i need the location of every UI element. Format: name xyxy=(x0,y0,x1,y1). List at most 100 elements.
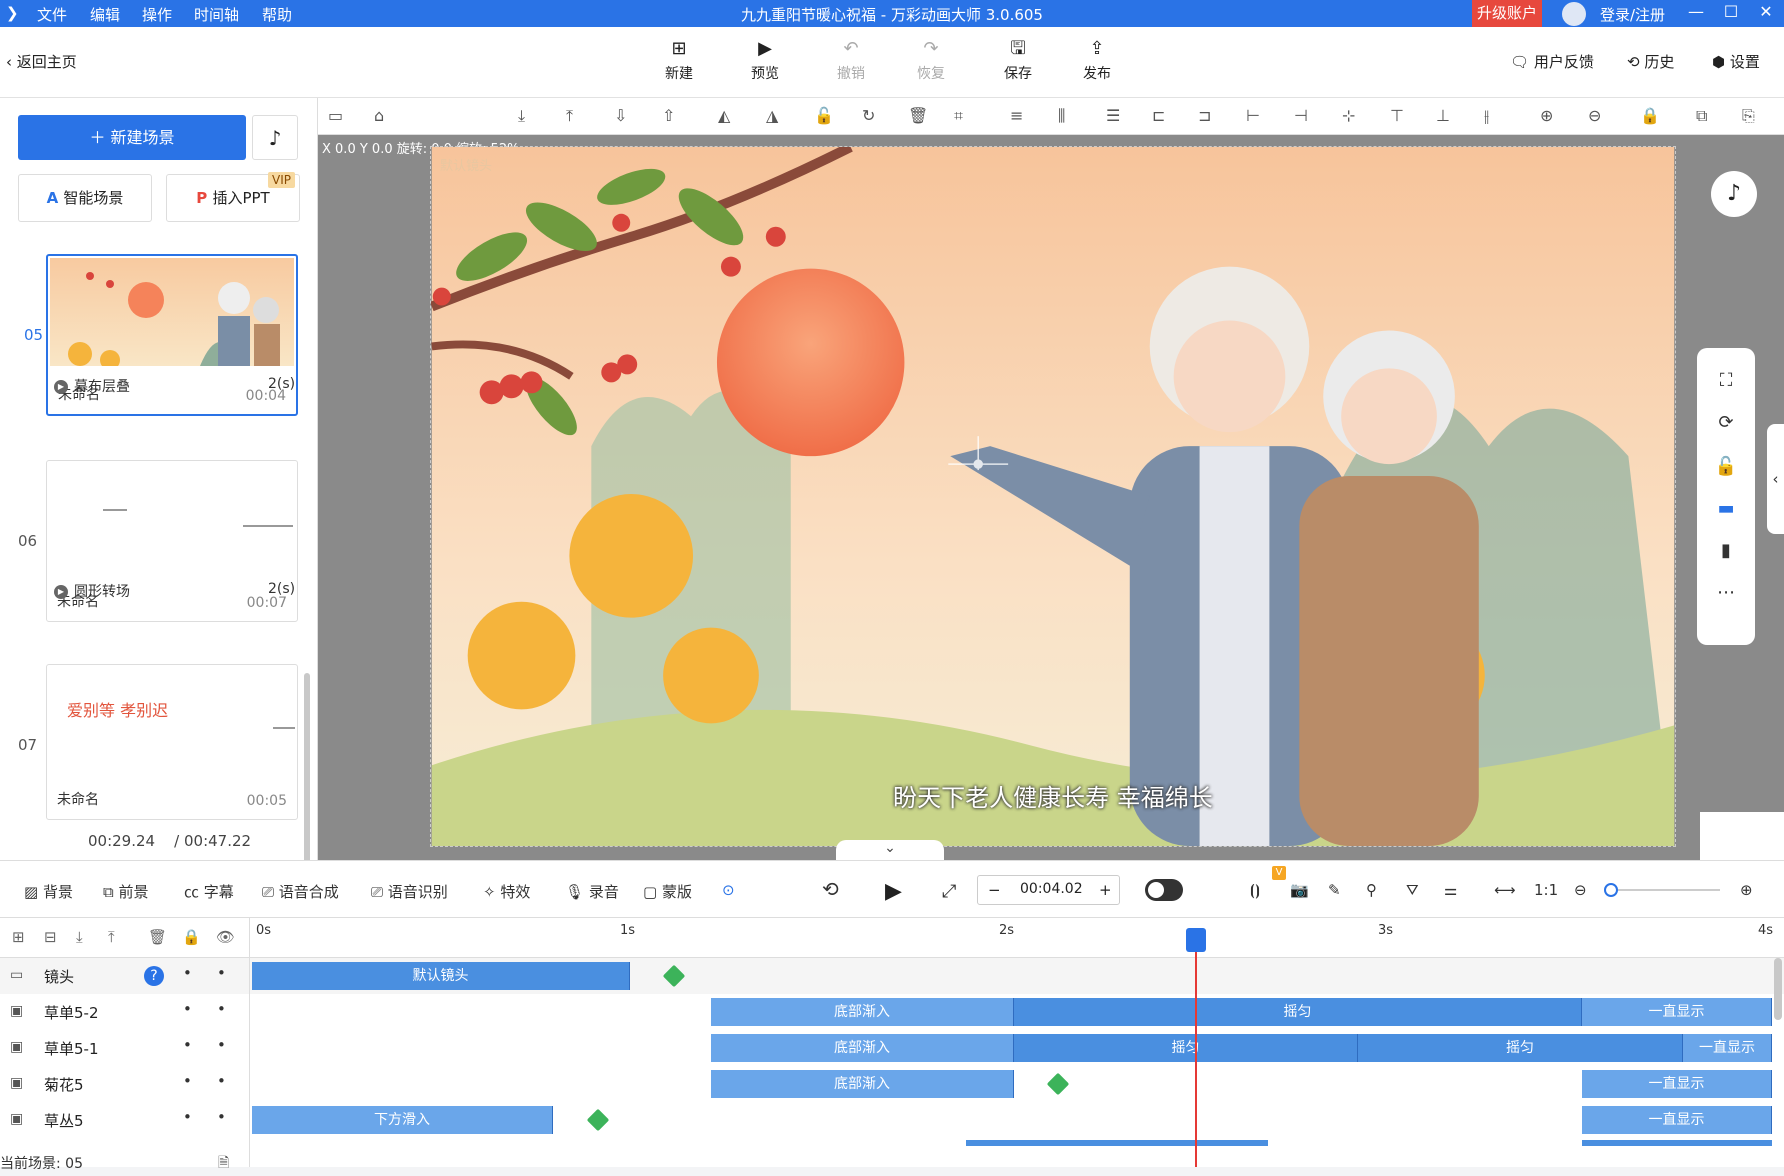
track-lane[interactable]: 底部渐入 摇匀 一直显示 xyxy=(250,994,1784,1030)
replay-icon[interactable]: ⟲ xyxy=(822,877,839,901)
lock-icon[interactable]: 🔒 xyxy=(1640,106,1660,125)
timeline-clip[interactable]: 底部渐入 xyxy=(711,1034,1014,1062)
unlock-icon[interactable]: 🔓 xyxy=(1697,456,1755,477)
scene-scrollbar[interactable] xyxy=(304,673,310,888)
visibility-dot[interactable]: • xyxy=(183,1036,192,1054)
help-icon[interactable]: ? xyxy=(144,966,164,986)
zoom-slider-handle[interactable] xyxy=(1604,883,1618,897)
upgrade-account-button[interactable]: 升级账户 xyxy=(1472,0,1542,27)
tts-button[interactable]: ⎚ 语音合成 xyxy=(262,881,339,902)
rotate-icon[interactable]: ⟳ xyxy=(1697,412,1755,433)
frame-icon[interactable]: ⦗⦘ xyxy=(1250,881,1260,899)
time-ruler[interactable]: 0s 1s 2s 3s 4s xyxy=(250,918,1784,958)
mask-button[interactable]: ▢ 蒙版 xyxy=(643,881,692,902)
minimap[interactable] xyxy=(1700,812,1784,860)
move-up-icon[interactable]: ⇧ xyxy=(662,106,675,125)
filter-icon[interactable]: ⛛ xyxy=(1406,881,1419,899)
redo-button[interactable]: ↷ 恢复 xyxy=(901,39,961,83)
history-button[interactable]: ⟲ 历史 xyxy=(1627,51,1674,72)
zoom-slider-track[interactable] xyxy=(1610,889,1720,891)
move-top-icon[interactable]: ⤒ xyxy=(566,106,573,126)
track-lane[interactable]: 底部渐入 一直显示 xyxy=(250,1066,1784,1102)
edit-icon[interactable]: ✎ xyxy=(1328,881,1341,899)
more-icon[interactable]: ⋯ xyxy=(1697,582,1755,603)
camera-icon[interactable]: 📷 xyxy=(1290,881,1309,899)
add-folder-icon[interactable]: ⊞ xyxy=(12,928,25,946)
zoom-in-icon[interactable]: ⊕ xyxy=(1740,881,1753,899)
background-button[interactable]: ▨ 背景 xyxy=(24,881,73,902)
subtitle-button[interactable]: ㏄ 字幕 xyxy=(184,881,234,902)
time-input[interactable]: 00:04.02 xyxy=(1020,881,1083,897)
chevron-left-icon[interactable]: ‹ xyxy=(1767,424,1784,534)
timeline-clip[interactable]: 下方滑入 xyxy=(252,1106,553,1134)
align-bottom-icon[interactable]: ⊥ xyxy=(1436,106,1450,125)
music-icon[interactable]: ♪ xyxy=(252,115,298,160)
timeline-clip[interactable]: 底部渐入 xyxy=(711,1070,1014,1098)
copy-icon[interactable]: ⧉ xyxy=(1696,106,1707,126)
track-label[interactable]: ▣ 草单5-2 • • xyxy=(0,994,250,1030)
add-keyframe-icon[interactable] xyxy=(586,1108,610,1132)
zoom-out-icon[interactable]: ⊖ xyxy=(1588,106,1601,125)
move-bottom-icon[interactable]: ⤓ xyxy=(518,106,525,126)
landscape-icon[interactable]: ▬ xyxy=(1697,498,1755,519)
screenshot-icon[interactable]: ⌗ xyxy=(954,106,963,126)
smart-scene-button[interactable]: A 智能场景 xyxy=(18,174,152,222)
track-label[interactable]: ▣ 草丛5 • • xyxy=(0,1102,250,1138)
publish-button[interactable]: ⇪ 发布 xyxy=(1067,39,1127,83)
back-home-button[interactable]: ‹ 返回主页 xyxy=(6,51,77,72)
add-keyframe-icon[interactable] xyxy=(662,964,686,988)
move-down-icon[interactable]: ⇩ xyxy=(614,106,627,125)
lock-dot[interactable]: • xyxy=(217,1036,226,1054)
timeline-scrollbar[interactable] xyxy=(1774,958,1782,1020)
zoom-in-icon[interactable]: ⊕ xyxy=(1540,106,1553,125)
foreground-button[interactable]: ⧉ 前景 xyxy=(103,881,149,902)
undo-button[interactable]: ↶ 撤销 xyxy=(821,39,881,83)
visibility-dot[interactable]: • xyxy=(183,1000,192,1018)
distribute-h-icon[interactable]: ⫼ xyxy=(1058,106,1065,126)
login-register-link[interactable]: 登录/注册 xyxy=(1600,4,1665,25)
more-icon[interactable]: ⊙ xyxy=(722,881,735,899)
minimize-button[interactable]: — xyxy=(1681,2,1711,26)
new-layer-icon[interactable]: ⊟ xyxy=(44,928,57,946)
record-button[interactable]: 🎙 录音 xyxy=(565,881,619,902)
minus-icon[interactable]: − xyxy=(988,881,1001,899)
timeline-clip[interactable]: 底部渐入 xyxy=(711,998,1014,1026)
delete-icon[interactable]: 🗑 xyxy=(908,106,928,125)
delete-icon[interactable]: 🗑 xyxy=(148,928,167,946)
portrait-icon[interactable]: ▮ xyxy=(1697,540,1755,561)
effects-button[interactable]: ✧ 特效 xyxy=(483,881,530,902)
lock-dot[interactable]: • xyxy=(217,1108,226,1126)
save-button[interactable]: 🖫 保存 xyxy=(988,39,1048,83)
visibility-dot[interactable]: • xyxy=(183,1108,192,1126)
pin-icon[interactable]: ⚲ xyxy=(1366,881,1377,899)
align-vcenter-icon[interactable]: ⫲ xyxy=(1484,106,1489,126)
speech-recognition-button[interactable]: ⎚ 语音识别 xyxy=(371,881,448,902)
play-button[interactable]: ▶ xyxy=(885,879,902,904)
timeline-clip[interactable]: 一直显示 xyxy=(1582,1070,1772,1098)
timeline-clip[interactable]: 一直显示 xyxy=(1582,998,1772,1026)
new-button[interactable]: ⊞ 新建 xyxy=(649,39,709,83)
track-label[interactable]: ▣ 菊花5 • • xyxy=(0,1066,250,1102)
align-left-edge-icon[interactable]: ⊢ xyxy=(1246,106,1260,125)
unlock-icon[interactable]: 🔓 xyxy=(814,106,834,125)
track-lane[interactable]: 默认镜头 xyxy=(250,958,1784,994)
lock-dot[interactable]: • xyxy=(217,1072,226,1090)
timeline-clip[interactable]: 一直显示 xyxy=(1683,1034,1772,1062)
track-lane[interactable]: 底部渐入 摇匀 摇匀 一直显示 xyxy=(250,1030,1784,1066)
paste-icon[interactable]: ⎘ xyxy=(1742,106,1755,126)
sliders-icon[interactable]: ⚌ xyxy=(1444,881,1457,899)
align-right-edge-icon[interactable]: ⊣ xyxy=(1294,106,1308,125)
music-icon[interactable]: ♪ xyxy=(1711,171,1757,217)
fit-screen-icon[interactable]: ⛶ xyxy=(1697,370,1755,391)
timeline-clip[interactable]: 摇匀 xyxy=(1014,998,1582,1026)
timeline-clip-partial[interactable] xyxy=(1582,1140,1772,1146)
align-right-icon[interactable]: ⊐ xyxy=(1198,106,1211,125)
visibility-dot[interactable]: • xyxy=(183,1072,192,1090)
time-stepper[interactable]: − 00:04.02 + xyxy=(977,875,1120,905)
move-up-icon[interactable]: ⤒ xyxy=(108,928,115,946)
transition-item[interactable]: ▶ 幕布层叠 xyxy=(54,376,130,396)
playhead-handle[interactable] xyxy=(1186,928,1206,952)
fit-width-icon[interactable]: ⟷ xyxy=(1494,881,1516,899)
maximize-button[interactable]: ☐ xyxy=(1716,2,1746,26)
chevron-down-icon[interactable]: ⌄ xyxy=(836,840,944,860)
